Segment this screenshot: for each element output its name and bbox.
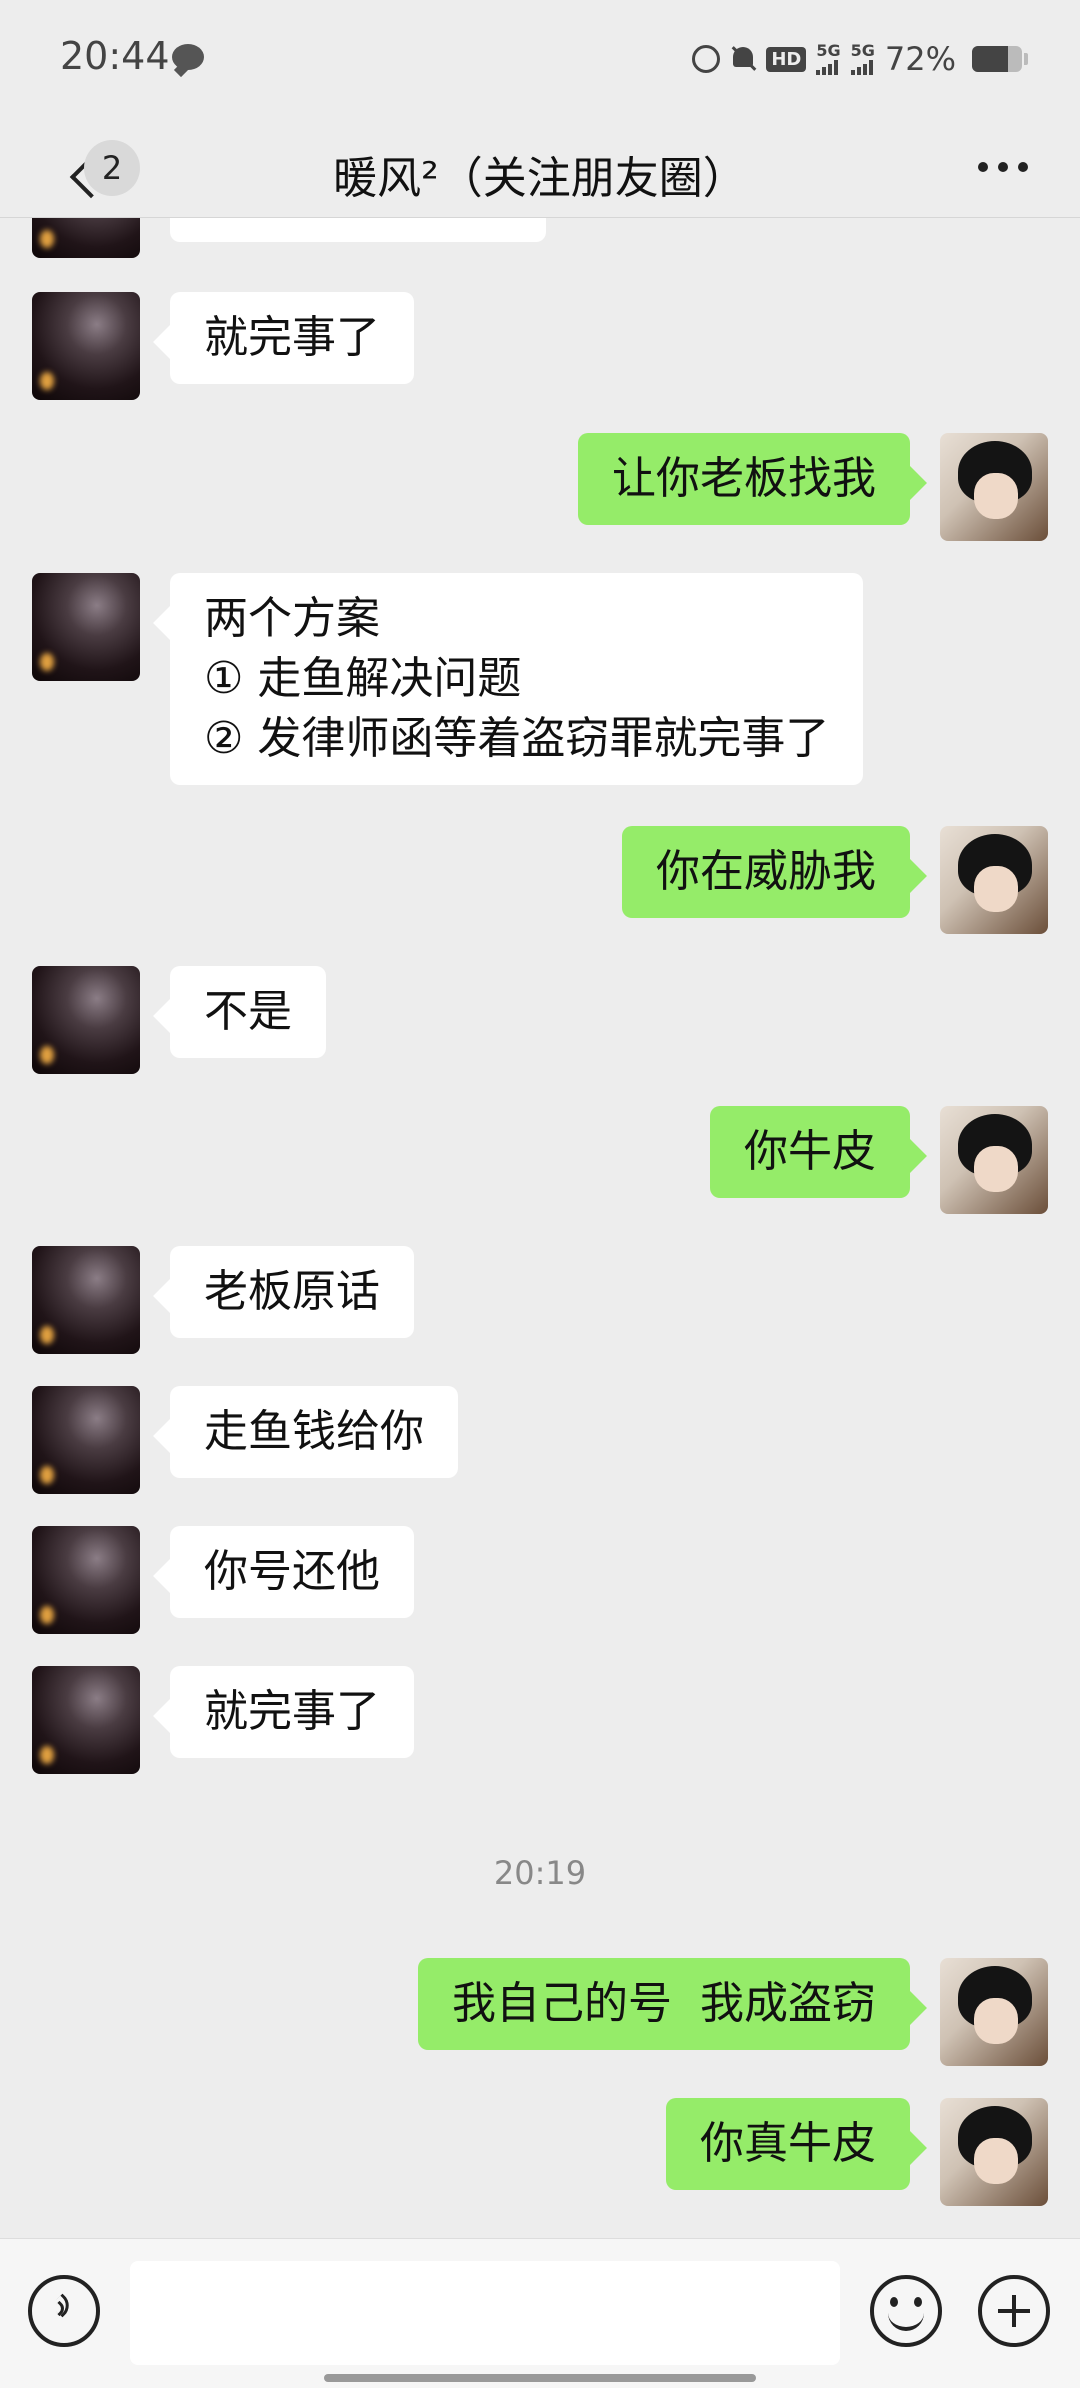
network-label: 5G bbox=[816, 41, 841, 60]
message-bubble[interactable]: 让你老板找我 bbox=[578, 433, 910, 525]
contact-avatar[interactable] bbox=[32, 1386, 140, 1494]
emoji-icon[interactable] bbox=[870, 2275, 942, 2347]
chat-title: 暖风²（关注朋友圈） bbox=[333, 153, 747, 204]
home-indicator[interactable] bbox=[324, 2374, 756, 2382]
message-timestamp: 20:19 bbox=[493, 1854, 587, 1892]
contact-avatar[interactable] bbox=[32, 1666, 140, 1774]
message-bubble[interactable]: 就完事了 bbox=[170, 1666, 414, 1758]
my-avatar[interactable] bbox=[940, 1106, 1048, 1214]
message-received: 你号还他 bbox=[0, 1526, 1080, 1656]
contact-avatar[interactable] bbox=[32, 1246, 140, 1354]
message-list[interactable]: 以正资给你加点 就完事了 让你老板找我 两个方案 ① 走鱼解决问题 ② 发律师函… bbox=[0, 218, 1080, 2238]
status-icons: HD 5G 5G 72% bbox=[692, 40, 1028, 78]
message-received: 就完事了 bbox=[0, 292, 1080, 422]
contact-avatar[interactable] bbox=[32, 1526, 140, 1634]
my-avatar[interactable] bbox=[940, 1958, 1048, 2066]
chat-header: 2 暖风²（关注朋友圈） bbox=[0, 118, 1080, 218]
contact-avatar[interactable] bbox=[32, 573, 140, 681]
network-label: 5G bbox=[850, 41, 875, 60]
message-bubble[interactable]: 我自己的号 我成盗窃 bbox=[418, 1958, 910, 2050]
message-bubble[interactable]: 老板原话 bbox=[170, 1246, 414, 1338]
my-avatar[interactable] bbox=[940, 2098, 1048, 2206]
contact-avatar[interactable] bbox=[32, 218, 140, 258]
message-received: 老板原话 bbox=[0, 1246, 1080, 1376]
message-bubble[interactable]: 你号还他 bbox=[170, 1526, 414, 1618]
mute-icon bbox=[730, 45, 756, 73]
message-received: 以正资给你加点 bbox=[0, 218, 1080, 280]
battery-percent: 72% bbox=[884, 40, 956, 78]
signal-icon: 5G bbox=[850, 41, 875, 75]
message-bubble[interactable]: 两个方案 ① 走鱼解决问题 ② 发律师函等着盗窃罪就完事了 bbox=[170, 573, 864, 785]
message-bubble[interactable]: 你在威胁我 bbox=[622, 826, 910, 918]
message-received: 两个方案 ① 走鱼解决问题 ② 发律师函等着盗窃罪就完事了 bbox=[0, 573, 1080, 813]
contact-avatar[interactable] bbox=[32, 292, 140, 400]
message-sent: 让你老板找我 bbox=[0, 433, 1080, 563]
message-sent: 你真牛皮 bbox=[0, 2098, 1080, 2228]
message-bubble[interactable]: 不是 bbox=[170, 966, 326, 1058]
message-received: 不是 bbox=[0, 966, 1080, 1096]
message-bubble[interactable]: 以正资给你加点 bbox=[170, 218, 546, 242]
message-icon bbox=[172, 44, 204, 70]
status-bar: 20:44 HD 5G 5G 72% bbox=[0, 0, 1080, 118]
voice-icon[interactable] bbox=[28, 2275, 100, 2347]
message-input[interactable] bbox=[130, 2261, 840, 2365]
signal-icon: 5G bbox=[816, 41, 841, 75]
message-bubble[interactable]: 你真牛皮 bbox=[666, 2098, 910, 2190]
message-bubble[interactable]: 就完事了 bbox=[170, 292, 414, 384]
my-avatar[interactable] bbox=[940, 433, 1048, 541]
contact-avatar[interactable] bbox=[32, 966, 140, 1074]
my-avatar[interactable] bbox=[940, 826, 1048, 934]
message-bubble[interactable]: 你牛皮 bbox=[710, 1106, 910, 1198]
message-sent: 我自己的号 我成盗窃 bbox=[0, 1958, 1080, 2088]
input-bar bbox=[0, 2238, 1080, 2388]
more-icon[interactable] bbox=[978, 162, 1028, 172]
hd-icon: HD bbox=[766, 46, 807, 72]
status-time: 20:44 bbox=[60, 34, 170, 78]
message-received: 就完事了 bbox=[0, 1666, 1080, 1796]
alarm-icon bbox=[692, 45, 721, 73]
message-received: 走鱼钱给你 bbox=[0, 1386, 1080, 1516]
message-bubble[interactable]: 走鱼钱给你 bbox=[170, 1386, 458, 1478]
battery-icon bbox=[972, 46, 1022, 72]
message-sent: 你在威胁我 bbox=[0, 826, 1080, 956]
plus-icon[interactable] bbox=[978, 2275, 1050, 2347]
message-sent: 你牛皮 bbox=[0, 1106, 1080, 1236]
